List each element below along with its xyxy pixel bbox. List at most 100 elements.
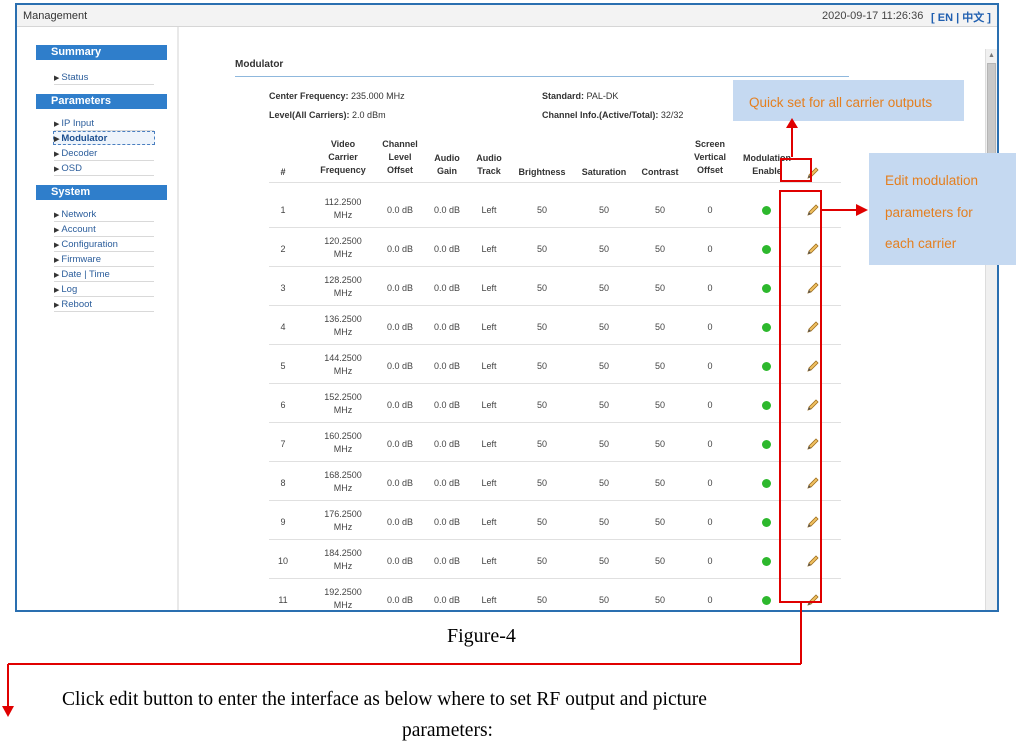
cell-frequency: 120.2500 MHz	[312, 235, 374, 261]
frequency-value: 168.2500	[324, 470, 362, 480]
cell-saturation: 50	[598, 517, 609, 527]
lang-zh-link[interactable]: 中文	[962, 12, 984, 24]
sidebar-item-label: Reboot	[61, 299, 93, 310]
frequency-value: 184.2500	[324, 548, 362, 558]
sidebar-item-firmware[interactable]: ▶ Firmware	[54, 253, 154, 267]
cell-frequency: 152.2500 MHz	[312, 391, 374, 417]
frequency-unit: MHz	[333, 405, 353, 415]
cell-contrast: 50	[654, 595, 665, 605]
triangle-right-icon: ▶	[54, 227, 60, 234]
center-frequency-info: Center Frequency: 235.000 MHz	[269, 91, 405, 101]
row-divider	[269, 461, 841, 462]
cell-gain: 0.0 dB	[433, 400, 461, 410]
sidebar-item-label: Log	[61, 284, 78, 295]
status-dot-icon	[762, 557, 771, 566]
sidebar-item-label: Account	[61, 224, 96, 235]
sidebar-item-configuration[interactable]: ▶ Configuration	[54, 238, 154, 252]
cell-saturation: 50	[598, 244, 609, 254]
status-dot-icon	[762, 518, 771, 527]
col-header-vertical-offset: Screen Vertical Offset	[684, 138, 736, 177]
header-line: Channel	[382, 139, 418, 149]
cell-number: 6	[280, 400, 286, 410]
lang-en-link[interactable]: EN	[938, 12, 953, 24]
info-value: 32/32	[660, 110, 684, 120]
app-title: Management	[23, 10, 88, 22]
cell-frequency: 112.2500 MHz	[312, 196, 374, 222]
sidebar-item-ip-input[interactable]: ▶ IP Input	[54, 117, 154, 131]
frequency-value: 192.2500	[324, 587, 362, 597]
sidebar-item-date-time[interactable]: ▶ Date | Time	[54, 268, 154, 282]
cell-saturation: 50	[598, 595, 609, 605]
sidebar-item-account[interactable]: ▶ Account	[54, 223, 154, 237]
cell-frequency: 168.2500 MHz	[312, 469, 374, 495]
triangle-right-icon: ▶	[54, 121, 60, 128]
lang-bracket-open: [	[931, 12, 935, 24]
cell-offset: 0.0 dB	[386, 205, 414, 215]
frequency-value: 144.2500	[324, 353, 362, 363]
cell-brightness: 50	[536, 322, 547, 332]
header-line: Level	[388, 152, 412, 162]
cell-brightness: 50	[536, 556, 547, 566]
cell-track: Left	[481, 439, 497, 449]
cell-track: Left	[481, 595, 497, 605]
cell-vert: 0	[707, 244, 713, 254]
vertical-scrollbar[interactable]: ▲ ▼	[985, 49, 997, 610]
cell-brightness: 50	[536, 283, 547, 293]
cell-vert: 0	[707, 361, 713, 371]
quick-set-highlight-box	[780, 158, 812, 182]
lang-separator: |	[956, 12, 960, 24]
frequency-value: 176.2500	[324, 509, 362, 519]
row-divider	[269, 266, 841, 267]
header-line: Vertical	[693, 152, 727, 162]
sidebar-item-status[interactable]: ▶ Status	[54, 71, 154, 85]
sidebar-item-network[interactable]: ▶ Network	[54, 208, 154, 222]
instruction-text-line1: Click edit button to enter the interface…	[62, 689, 707, 710]
sidebar-header-system: System	[36, 185, 167, 200]
cell-track: Left	[481, 205, 497, 215]
sidebar-item-label: Network	[61, 209, 97, 220]
row-divider	[269, 305, 841, 306]
cell-vert: 0	[707, 478, 713, 488]
callout-text: parameters for	[885, 204, 973, 220]
header-line: Audio	[434, 153, 460, 163]
status-dot-icon	[762, 440, 771, 449]
sidebar-item-modulator[interactable]: ▶ Modulator	[53, 131, 155, 145]
cell-contrast: 50	[654, 400, 665, 410]
cell-contrast: 50	[654, 517, 665, 527]
status-dot-icon	[762, 401, 771, 410]
cell-number: 1	[280, 205, 286, 215]
col-header-brightness: Brightness	[518, 167, 566, 177]
info-label: Standard:	[542, 91, 585, 101]
col-header-audio-track: Audio Track	[467, 152, 511, 178]
scroll-up-icon[interactable]: ▲	[987, 51, 996, 61]
row-divider	[269, 422, 841, 423]
col-header-saturation: Saturation	[581, 167, 627, 177]
cell-gain: 0.0 dB	[433, 478, 461, 488]
frequency-value: 128.2500	[324, 275, 362, 285]
status-dot-icon	[762, 245, 771, 254]
cell-contrast: 50	[654, 556, 665, 566]
cell-saturation: 50	[598, 322, 609, 332]
cell-track: Left	[481, 322, 497, 332]
cell-contrast: 50	[654, 322, 665, 332]
cell-offset: 0.0 dB	[386, 595, 414, 605]
cell-saturation: 50	[598, 556, 609, 566]
cell-vert: 0	[707, 322, 713, 332]
cell-gain: 0.0 dB	[433, 361, 461, 371]
cell-gain: 0.0 dB	[433, 517, 461, 527]
frequency-unit: MHz	[333, 561, 353, 571]
sidebar-item-osd[interactable]: ▶ OSD	[54, 162, 154, 176]
cell-track: Left	[481, 478, 497, 488]
header-line: Video	[330, 139, 356, 149]
header-line: Audio	[476, 153, 502, 163]
callout-edit-each: Edit modulation parameters for each carr…	[869, 153, 1016, 265]
figure-caption: Figure-4	[447, 625, 516, 647]
cell-contrast: 50	[654, 283, 665, 293]
sidebar-item-log[interactable]: ▶ Log	[54, 283, 154, 297]
row-divider	[269, 344, 841, 345]
sidebar-item-reboot[interactable]: ▶ Reboot	[54, 298, 154, 312]
triangle-right-icon: ▶	[54, 242, 60, 249]
cell-track: Left	[481, 517, 497, 527]
row-divider	[269, 539, 841, 540]
sidebar-item-decoder[interactable]: ▶ Decoder	[54, 147, 154, 161]
